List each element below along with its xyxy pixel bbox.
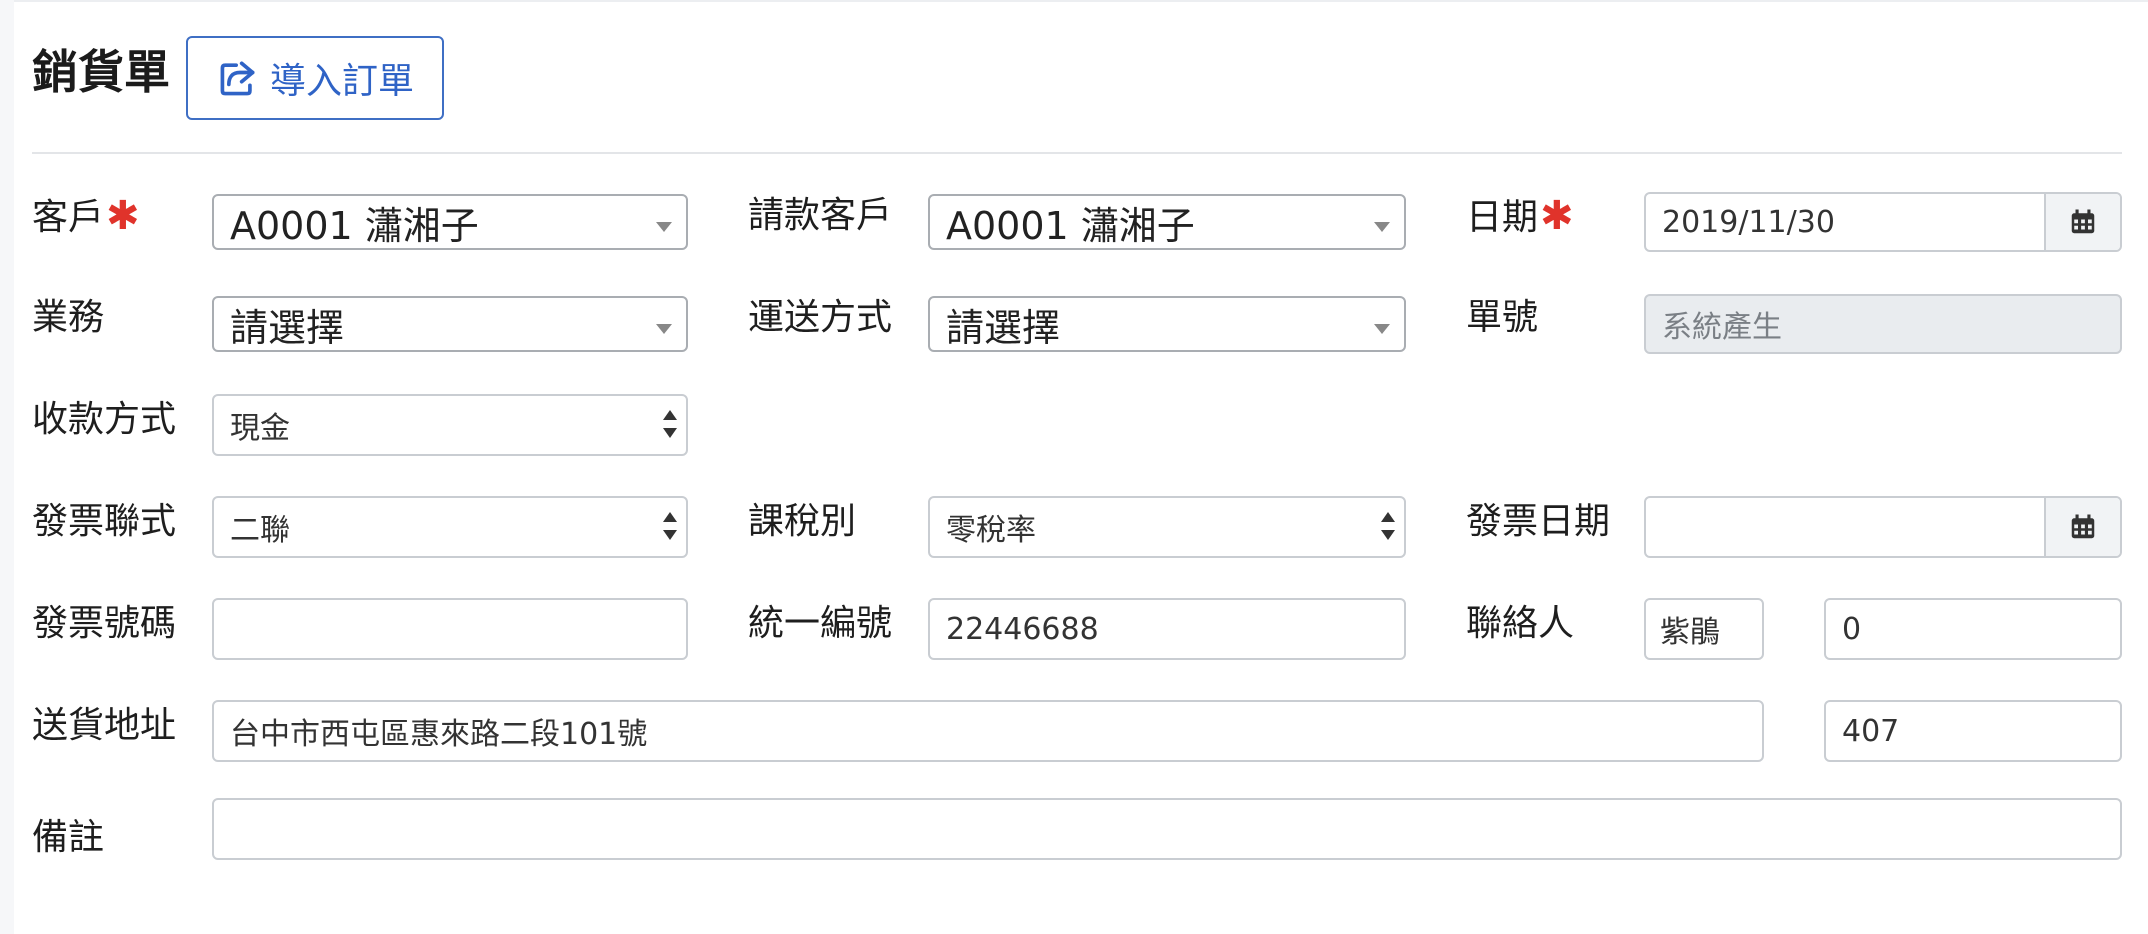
page-title: 銷貨單 xyxy=(32,45,170,99)
header-divider xyxy=(32,152,2122,154)
import-order-button[interactable]: 導入訂單 xyxy=(186,36,444,120)
invoice-type-label: 發票聯式 xyxy=(32,501,177,542)
contact-phone-value: 0 xyxy=(1842,611,1862,647)
customer-label-text: 客戶 xyxy=(32,197,105,238)
invoice-date-picker-button[interactable] xyxy=(2044,498,2120,556)
invoice-date-input[interactable] xyxy=(1644,496,2122,558)
contact-name-value: 紫鵑 xyxy=(1660,615,1720,650)
tax-id-label: 統一編號 xyxy=(748,603,893,644)
calendar-icon xyxy=(2071,209,2095,234)
shipping-method-value: 請選擇 xyxy=(946,305,1061,350)
customer-select-value: A0001 瀟湘子 xyxy=(230,203,479,248)
invoice-number-label: 發票號碼 xyxy=(32,603,177,644)
contact-name-input[interactable]: 紫鵑 xyxy=(1644,598,1764,660)
updown-arrows-icon xyxy=(1380,510,1396,544)
invoice-number-input[interactable] xyxy=(212,598,688,660)
tax-type-value: 零稅率 xyxy=(946,513,1036,548)
remarks-input[interactable] xyxy=(212,798,2122,860)
invoice-type-value: 二聯 xyxy=(230,513,290,548)
billing-customer-value: A0001 瀟湘子 xyxy=(946,203,1195,248)
contact-label: 聯絡人 xyxy=(1466,603,1575,644)
customer-label: 客戶✱ xyxy=(32,192,140,242)
payment-method-select[interactable]: 現金 xyxy=(212,394,688,456)
zip-code-value: 407 xyxy=(1842,713,1900,749)
date-label: 日期✱ xyxy=(1466,192,1574,242)
billing-customer-label: 請款客戶 xyxy=(748,195,893,236)
tax-type-select[interactable]: 零稅率 xyxy=(928,496,1406,558)
top-border xyxy=(0,0,2148,2)
order-number-label: 單號 xyxy=(1466,297,1539,338)
chevron-down-icon xyxy=(1374,222,1390,232)
required-mark: ✱ xyxy=(1540,193,1574,239)
calendar-icon xyxy=(2071,514,2095,539)
remarks-label: 備註 xyxy=(32,817,105,858)
date-input[interactable]: 2019/11/30 xyxy=(1644,192,2122,252)
payment-method-value: 現金 xyxy=(230,411,290,446)
delivery-address-input[interactable]: 台中市西屯區惠來路二段101號 xyxy=(212,700,1764,762)
chevron-down-icon xyxy=(656,222,672,232)
tax-id-value: 22446688 xyxy=(946,611,1099,647)
share-icon xyxy=(220,61,255,96)
invoice-type-select[interactable]: 二聯 xyxy=(212,496,688,558)
tax-id-input[interactable]: 22446688 xyxy=(928,598,1406,660)
required-mark: ✱ xyxy=(106,193,140,239)
date-label-text: 日期 xyxy=(1466,197,1539,238)
salesperson-value: 請選擇 xyxy=(230,305,345,350)
delivery-address-label: 送貨地址 xyxy=(32,705,177,746)
zip-code-input[interactable]: 407 xyxy=(1824,700,2122,762)
import-order-label: 導入訂單 xyxy=(269,61,414,102)
invoice-date-label: 發票日期 xyxy=(1466,501,1611,542)
updown-arrows-icon xyxy=(662,510,678,544)
order-number-input: 系統產生 xyxy=(1644,294,2122,354)
salesperson-select[interactable]: 請選擇 xyxy=(212,296,688,352)
chevron-down-icon xyxy=(656,324,672,334)
updown-arrows-icon xyxy=(662,408,678,442)
customer-select[interactable]: A0001 瀟湘子 xyxy=(212,194,688,250)
date-input-value: 2019/11/30 xyxy=(1662,204,1835,240)
payment-method-label: 收款方式 xyxy=(32,399,177,440)
left-gutter xyxy=(0,0,14,934)
salesperson-label: 業務 xyxy=(32,297,105,338)
shipping-method-label: 運送方式 xyxy=(748,297,893,338)
billing-customer-select[interactable]: A0001 瀟湘子 xyxy=(928,194,1406,250)
delivery-address-value: 台中市西屯區惠來路二段101號 xyxy=(230,717,648,752)
chevron-down-icon xyxy=(1374,324,1390,334)
shipping-method-select[interactable]: 請選擇 xyxy=(928,296,1406,352)
tax-type-label: 課稅別 xyxy=(748,501,857,542)
order-number-placeholder: 系統產生 xyxy=(1662,310,1782,345)
date-picker-button[interactable] xyxy=(2044,194,2120,250)
contact-phone-input[interactable]: 0 xyxy=(1824,598,2122,660)
